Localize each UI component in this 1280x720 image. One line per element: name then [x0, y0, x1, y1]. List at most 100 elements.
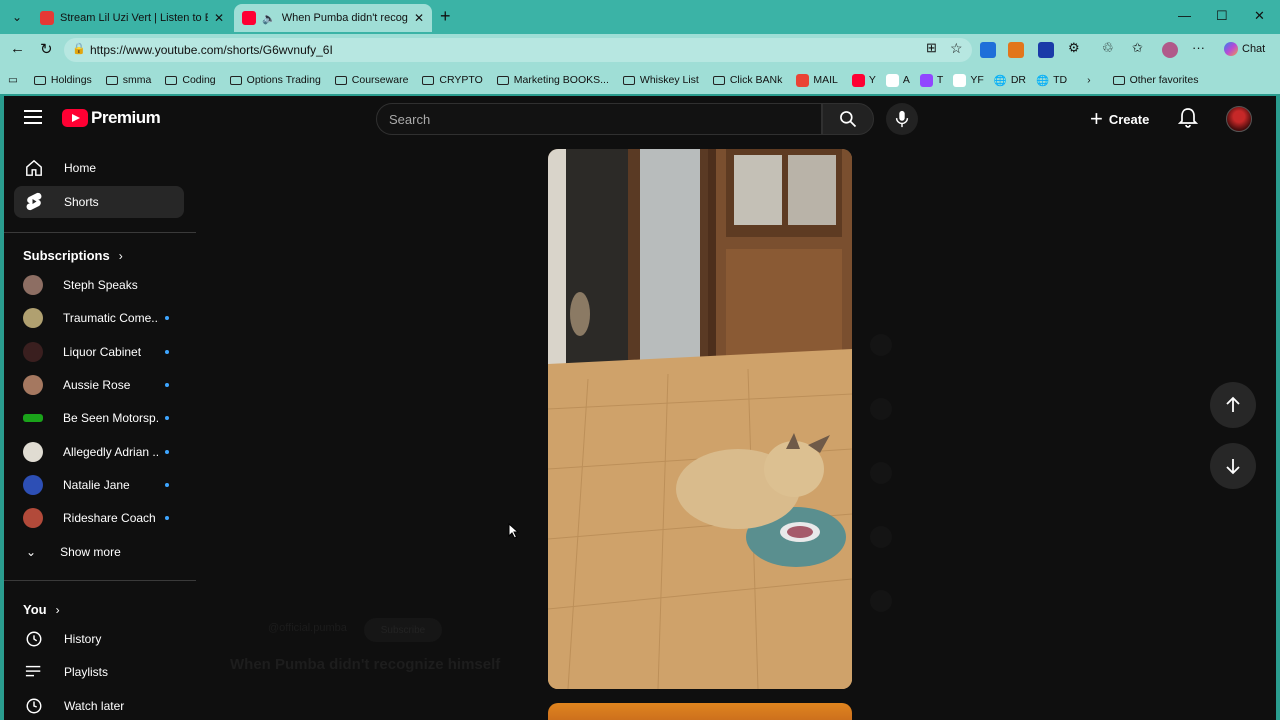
- browser-tab-2-active[interactable]: 🔈 When Pumba didn't recogniz ✕: [234, 4, 432, 32]
- subscription-item[interactable]: Traumatic Come...: [14, 302, 184, 334]
- new-content-dot: [165, 383, 169, 387]
- next-short-button[interactable]: [1210, 443, 1256, 489]
- remix-icon[interactable]: [870, 590, 892, 612]
- subscription-item[interactable]: Aussie Rose: [14, 369, 184, 401]
- copilot-chat-button[interactable]: Chat: [1224, 42, 1265, 56]
- subscription-item[interactable]: Natalie Jane: [14, 469, 184, 501]
- folder-icon: [496, 75, 509, 85]
- show-more-button[interactable]: ⌄ Show more: [14, 536, 184, 568]
- close-tab-icon[interactable]: ✕: [214, 11, 224, 25]
- site-info-icon[interactable]: 🔒: [72, 42, 86, 55]
- subscription-item[interactable]: Allegedly Adrian ...: [14, 436, 184, 468]
- account-avatar[interactable]: [1226, 106, 1252, 132]
- comments-icon[interactable]: [870, 462, 892, 484]
- bookmark-other-favorites[interactable]: Other favorites: [1112, 74, 1198, 86]
- close-window-icon[interactable]: ✕: [1254, 8, 1265, 24]
- share-icon[interactable]: [870, 526, 892, 548]
- create-label: Create: [1108, 111, 1150, 127]
- browser-tab-1[interactable]: Stream Lil Uzi Vert | Listen to Etern ✕: [32, 4, 232, 32]
- url-text: https://www.youtube.com/shorts/G6wvnufy_…: [90, 43, 333, 57]
- address-bar[interactable]: 🔒 https://www.youtube.com/shorts/G6wvnuf…: [64, 38, 972, 62]
- copilot-icon: [1224, 42, 1238, 56]
- search-input[interactable]: Search: [376, 103, 822, 135]
- minimize-icon[interactable]: —: [1178, 8, 1191, 23]
- favorites-icon[interactable]: ✩: [1132, 40, 1143, 56]
- previous-short-button[interactable]: [1210, 382, 1256, 428]
- back-icon[interactable]: ←: [10, 40, 25, 57]
- channel-name: Be Seen Motorsp...: [63, 411, 159, 425]
- guide-sidebar: Home Shorts Subscriptions › Steph Speaks…: [4, 150, 196, 720]
- channel-avatar: [23, 342, 43, 362]
- bookmark-youtube[interactable]: Y: [851, 73, 876, 87]
- voice-search-button[interactable]: [886, 103, 918, 135]
- subscribe-button[interactable]: Subscribe: [364, 618, 442, 642]
- youtube-premium-logo[interactable]: Premium: [62, 108, 161, 128]
- bookmark-folder[interactable]: Whiskey List: [622, 74, 699, 86]
- bookmark-amazon[interactable]: A: [885, 73, 910, 87]
- bookmark-folder[interactable]: Coding: [165, 74, 216, 86]
- folder-icon: [165, 75, 178, 85]
- sidebar-item-shorts[interactable]: Shorts: [14, 186, 184, 218]
- folder-icon: [422, 75, 435, 85]
- bookmark-folder[interactable]: Options Trading: [229, 74, 321, 86]
- chevron-right-icon: ›: [55, 602, 60, 617]
- subscription-item[interactable]: Liquor Cabinet: [14, 336, 184, 368]
- bookmark-yahoo-finance[interactable]: YF: [953, 73, 984, 87]
- video-frame-image: [548, 149, 852, 689]
- subscription-item[interactable]: Steph Speaks: [14, 269, 184, 301]
- shorts-video-player[interactable]: [548, 149, 852, 689]
- short-channel-handle[interactable]: @official.pumba: [268, 622, 347, 634]
- notifications-bell-icon[interactable]: [1177, 107, 1199, 134]
- bookmark-folder[interactable]: Courseware: [334, 74, 408, 86]
- audio-playing-icon[interactable]: 🔈: [262, 12, 276, 25]
- bookmark-gmail[interactable]: MAIL: [796, 73, 838, 87]
- profile-avatar-icon[interactable]: [1162, 42, 1178, 58]
- sidebar-item-watch-later[interactable]: Watch later: [14, 690, 184, 720]
- search-icon: [840, 111, 857, 128]
- tab-actions-menu-icon[interactable]: ⌄: [6, 7, 28, 27]
- bookmark-twitch[interactable]: T: [919, 73, 943, 87]
- bookmark-td[interactable]: 🌐 TD: [1036, 74, 1067, 87]
- refresh-icon[interactable]: ↻: [40, 40, 53, 58]
- bookmark-folder[interactable]: Marketing BOOKS...: [496, 74, 609, 86]
- bookmark-dr[interactable]: 🌐 DR: [994, 74, 1026, 87]
- subscriptions-heading[interactable]: Subscriptions ›: [23, 248, 123, 263]
- sidebar-item-home[interactable]: Home: [14, 152, 184, 184]
- search-button[interactable]: [822, 103, 874, 135]
- bookmark-folder[interactable]: Click BANk: [712, 74, 782, 86]
- more-options-icon[interactable]: ···: [1192, 40, 1205, 55]
- you-heading[interactable]: You ›: [23, 602, 60, 617]
- app-available-icon[interactable]: ⊞: [926, 40, 937, 56]
- browser-essentials-icon[interactable]: ♲: [1102, 40, 1114, 56]
- bookmark-folder[interactable]: smma: [105, 74, 151, 86]
- subscription-item[interactable]: Be Seen Motorsp...: [14, 402, 184, 434]
- close-tab-icon[interactable]: ✕: [414, 11, 424, 25]
- new-content-dot: [165, 416, 169, 420]
- extension-metamask-icon[interactable]: [1008, 42, 1024, 58]
- subscription-item[interactable]: Rideshare Coach: [14, 502, 184, 534]
- logo-text: Premium: [91, 108, 161, 127]
- sidebar-item-playlists[interactable]: Playlists: [14, 656, 184, 688]
- guide-menu-icon[interactable]: [24, 110, 42, 124]
- create-button[interactable]: + Create: [1090, 105, 1149, 133]
- favorite-star-icon[interactable]: ☆: [950, 40, 963, 57]
- plus-icon: +: [1090, 106, 1103, 131]
- bookmark-folder[interactable]: CRYPTO: [422, 74, 483, 86]
- next-short-preview[interactable]: [548, 703, 852, 720]
- like-icon[interactable]: [870, 334, 892, 356]
- extension-calendar-icon[interactable]: [980, 42, 996, 58]
- sidebar-item-label: History: [64, 632, 102, 646]
- dislike-icon[interactable]: [870, 398, 892, 420]
- maximize-icon[interactable]: ☐: [1216, 8, 1228, 24]
- home-icon: [24, 158, 44, 178]
- sidebar-item-label: Shorts: [64, 195, 99, 209]
- bookmarks-overflow-chevron-icon[interactable]: ›: [1087, 74, 1091, 86]
- bookmark-folder[interactable]: Holdings: [33, 74, 92, 86]
- extension-pointer-icon[interactable]: [1038, 42, 1054, 58]
- new-tab-icon[interactable]: +: [440, 6, 451, 27]
- channel-name: Rideshare Coach: [63, 511, 156, 525]
- sidebar-item-history[interactable]: History: [14, 623, 184, 655]
- bookmark-reading-list-icon[interactable]: ▭: [8, 74, 18, 86]
- extensions-icon[interactable]: ⚙: [1068, 40, 1080, 56]
- sidebar-item-label: Home: [64, 161, 97, 175]
